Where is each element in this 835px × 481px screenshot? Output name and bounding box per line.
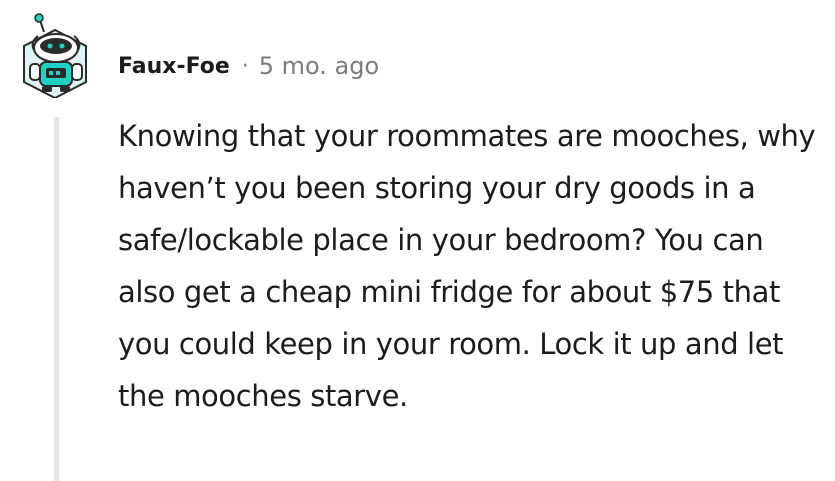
comment-timestamp[interactable]: 5 mo. ago <box>259 52 379 80</box>
comment: Faux-Foe · 5 mo. ago Knowing that your r… <box>0 0 835 481</box>
comment-meta: Faux-Foe · 5 mo. ago <box>118 46 379 86</box>
snoo-robot-avatar-icon <box>23 13 87 100</box>
comment-author[interactable]: Faux-Foe <box>118 54 230 79</box>
user-avatar[interactable] <box>20 12 90 100</box>
meta-separator: · <box>241 53 249 79</box>
thread-collapse-line[interactable] <box>54 117 59 481</box>
comment-body: Knowing that your roommates are mooches,… <box>118 119 816 413</box>
